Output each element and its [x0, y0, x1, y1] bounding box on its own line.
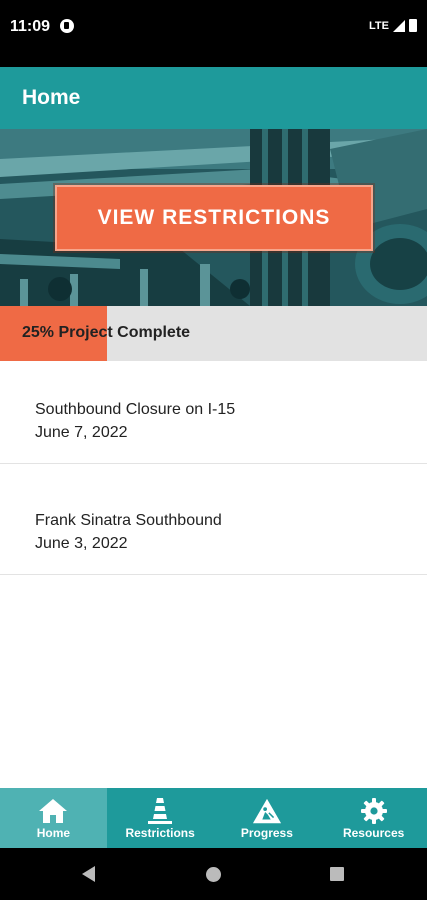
nav-label: Home — [36, 826, 71, 840]
back-icon[interactable] — [82, 866, 95, 882]
updates-list: Southbound Closure on I-15 June 7, 2022 … — [0, 361, 427, 788]
signal-icon — [393, 19, 405, 32]
status-time: 11:09 — [10, 18, 51, 35]
nav-label: Resources — [342, 826, 405, 840]
system-navigation-bar — [0, 848, 427, 900]
update-title: Frank Sinatra Southbound — [35, 512, 222, 529]
update-date: June 7, 2022 — [35, 424, 128, 441]
home-circle-icon[interactable] — [206, 867, 221, 882]
recents-icon[interactable] — [330, 867, 344, 881]
bottom-navigation: Home Restrictions Progress Resources — [0, 788, 427, 848]
hero-banner: VIEW RESTRICTIONS — [0, 129, 427, 306]
battery-icon — [409, 19, 417, 32]
home-icon — [38, 797, 68, 825]
list-item[interactable]: Southbound Closure on I-15 June 7, 2022 — [0, 361, 427, 464]
status-indicators: LTE — [369, 19, 417, 32]
app-bar: Home — [0, 67, 427, 129]
traffic-cone-icon — [145, 797, 175, 825]
nav-item-resources[interactable]: Resources — [320, 788, 427, 848]
update-date: June 3, 2022 — [35, 535, 128, 552]
construction-sign-icon — [252, 797, 282, 825]
app-notification-icon — [60, 19, 74, 33]
nav-item-restrictions[interactable]: Restrictions — [107, 788, 214, 848]
list-item[interactable]: Frank Sinatra Southbound June 3, 2022 — [0, 472, 427, 575]
gear-icon — [359, 797, 389, 825]
nav-label: Restrictions — [125, 826, 195, 840]
nav-item-progress[interactable]: Progress — [214, 788, 321, 848]
nav-label: Progress — [240, 826, 293, 840]
view-restrictions-button[interactable]: VIEW RESTRICTIONS — [55, 185, 373, 251]
nav-item-home[interactable]: Home — [0, 788, 107, 848]
update-title: Southbound Closure on I-15 — [35, 401, 236, 418]
project-progress-bar: 25% Project Complete — [0, 306, 427, 361]
page-title: Home — [22, 86, 81, 109]
network-type: LTE — [369, 19, 389, 32]
status-bar: 11:09 LTE — [0, 0, 427, 67]
progress-label: 25% Project Complete — [22, 324, 191, 341]
